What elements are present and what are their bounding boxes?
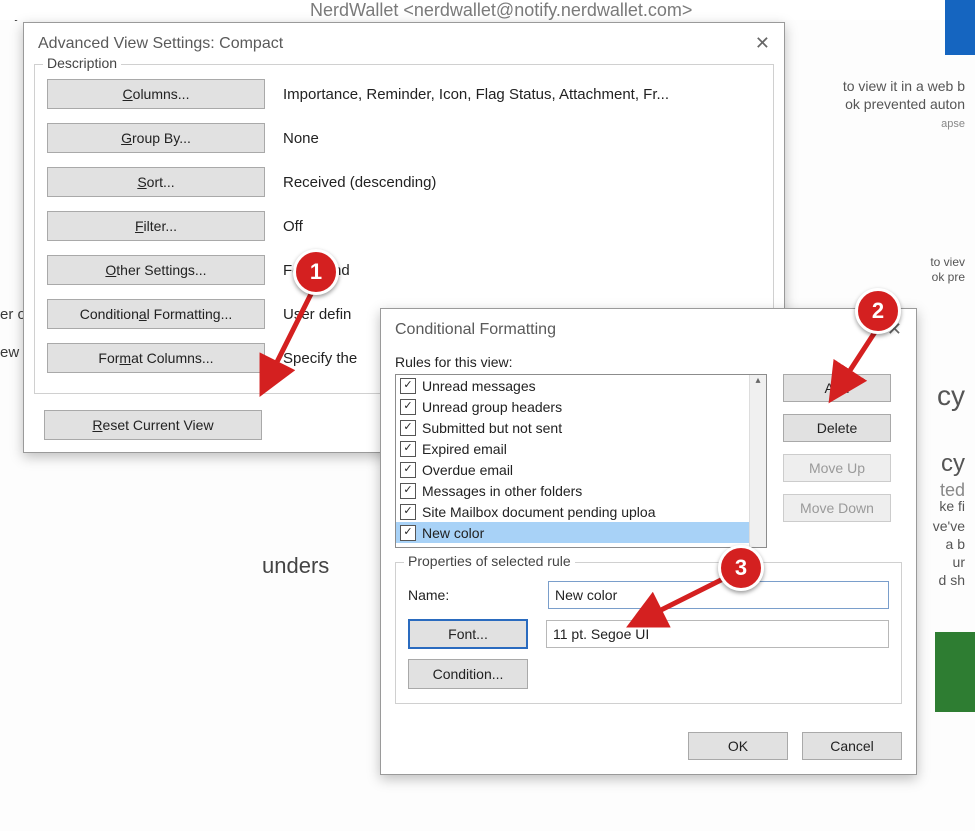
bg-message-line-2: ok prevented auton: [845, 96, 965, 112]
rule-item[interactable]: ✓Messages in other folders: [396, 480, 750, 501]
rule-item[interactable]: ✓Unread group headers: [396, 396, 750, 417]
sort-desc: Received (descending): [283, 174, 761, 191]
bg-message-line-1: to view it in a web b: [843, 78, 965, 94]
close-icon[interactable]: ✕: [755, 33, 770, 54]
bg-r2: ok pre: [932, 270, 965, 284]
checkbox-icon[interactable]: ✓: [400, 504, 416, 520]
description-group-label: Description: [43, 55, 121, 71]
font-button[interactable]: Font...: [408, 619, 528, 649]
reset-current-view-button[interactable]: Reset Current View: [44, 410, 262, 440]
bg-r7: ve've: [933, 518, 965, 534]
group-by-desc: None: [283, 130, 761, 147]
checkbox-icon[interactable]: ✓: [400, 525, 416, 541]
bg-blue-block: [945, 0, 975, 55]
columns-button[interactable]: Columns...: [47, 79, 265, 109]
dialog2-title: Conditional Formatting: [395, 321, 556, 339]
rule-item[interactable]: ✓Submitted but not sent: [396, 417, 750, 438]
cancel-button[interactable]: Cancel: [802, 732, 902, 760]
rules-listbox[interactable]: ✓Unread messages ✓Unread group headers ✓…: [395, 374, 767, 548]
move-down-button: Move Down: [783, 494, 891, 522]
annotation-badge-3: 3: [718, 545, 764, 591]
font-description: 11 pt. Segoe UI: [546, 620, 889, 648]
rule-item[interactable]: ✓Expired email: [396, 438, 750, 459]
sort-button[interactable]: Sort...: [47, 167, 265, 197]
delete-button[interactable]: Delete: [783, 414, 891, 442]
bg-r9: d sh: [939, 572, 965, 588]
group-by-button[interactable]: Group By...: [47, 123, 265, 153]
scrollbar[interactable]: [749, 375, 766, 547]
checkbox-icon[interactable]: ✓: [400, 483, 416, 499]
format-columns-button[interactable]: Format Columns...: [47, 343, 265, 373]
email-from-header: NerdWallet <nerdwallet@notify.nerdwallet…: [0, 0, 975, 20]
other-settings-desc: Fonts and: [283, 262, 761, 279]
bg-unders: unders: [262, 553, 329, 579]
rule-name-input[interactable]: New color: [548, 581, 889, 609]
dialog1-title: Advanced View Settings: Compact: [38, 35, 283, 53]
bg-r1: to viev: [930, 255, 965, 269]
bg-left-fragment-1: er o: [0, 306, 26, 323]
filter-button[interactable]: Filter...: [47, 211, 265, 241]
annotation-badge-1: 1: [293, 249, 339, 295]
columns-desc: Importance, Reminder, Icon, Flag Status,…: [283, 86, 761, 103]
bg-r6: ke fi: [939, 498, 965, 514]
checkbox-icon[interactable]: ✓: [400, 420, 416, 436]
rule-item[interactable]: ✓Unread messages: [396, 375, 750, 396]
checkbox-icon[interactable]: ✓: [400, 462, 416, 478]
ok-button[interactable]: OK: [688, 732, 788, 760]
bg-r8: a b: [946, 536, 965, 552]
conditional-formatting-dialog: Conditional Formatting ✕ Rules for this …: [380, 308, 917, 775]
properties-group-label: Properties of selected rule: [404, 553, 575, 569]
condition-button[interactable]: Condition...: [408, 659, 528, 689]
bg-apse: apse: [941, 118, 965, 130]
bg-r10: ur: [953, 554, 965, 570]
rules-for-view-label: Rules for this view:: [395, 354, 902, 370]
add-button[interactable]: Add: [783, 374, 891, 402]
rule-item[interactable]: ✓Overdue email: [396, 459, 750, 480]
bg-left-fragment-2: ew: [0, 344, 19, 361]
rule-item-selected[interactable]: ✓New color: [396, 522, 750, 543]
name-label: Name:: [408, 587, 548, 603]
filter-desc: Off: [283, 218, 761, 235]
conditional-formatting-button[interactable]: Conditional Formatting...: [47, 299, 265, 329]
checkbox-icon[interactable]: ✓: [400, 378, 416, 394]
other-settings-button[interactable]: Other Settings...: [47, 255, 265, 285]
bg-r4: cy: [941, 450, 965, 478]
bg-r3: cy: [937, 380, 965, 412]
rule-item[interactable]: ✓Site Mailbox document pending uploa: [396, 501, 750, 522]
checkbox-icon[interactable]: ✓: [400, 441, 416, 457]
annotation-badge-2: 2: [855, 288, 901, 334]
move-up-button: Move Up: [783, 454, 891, 482]
checkbox-icon[interactable]: ✓: [400, 399, 416, 415]
bg-green-block: [935, 632, 975, 712]
